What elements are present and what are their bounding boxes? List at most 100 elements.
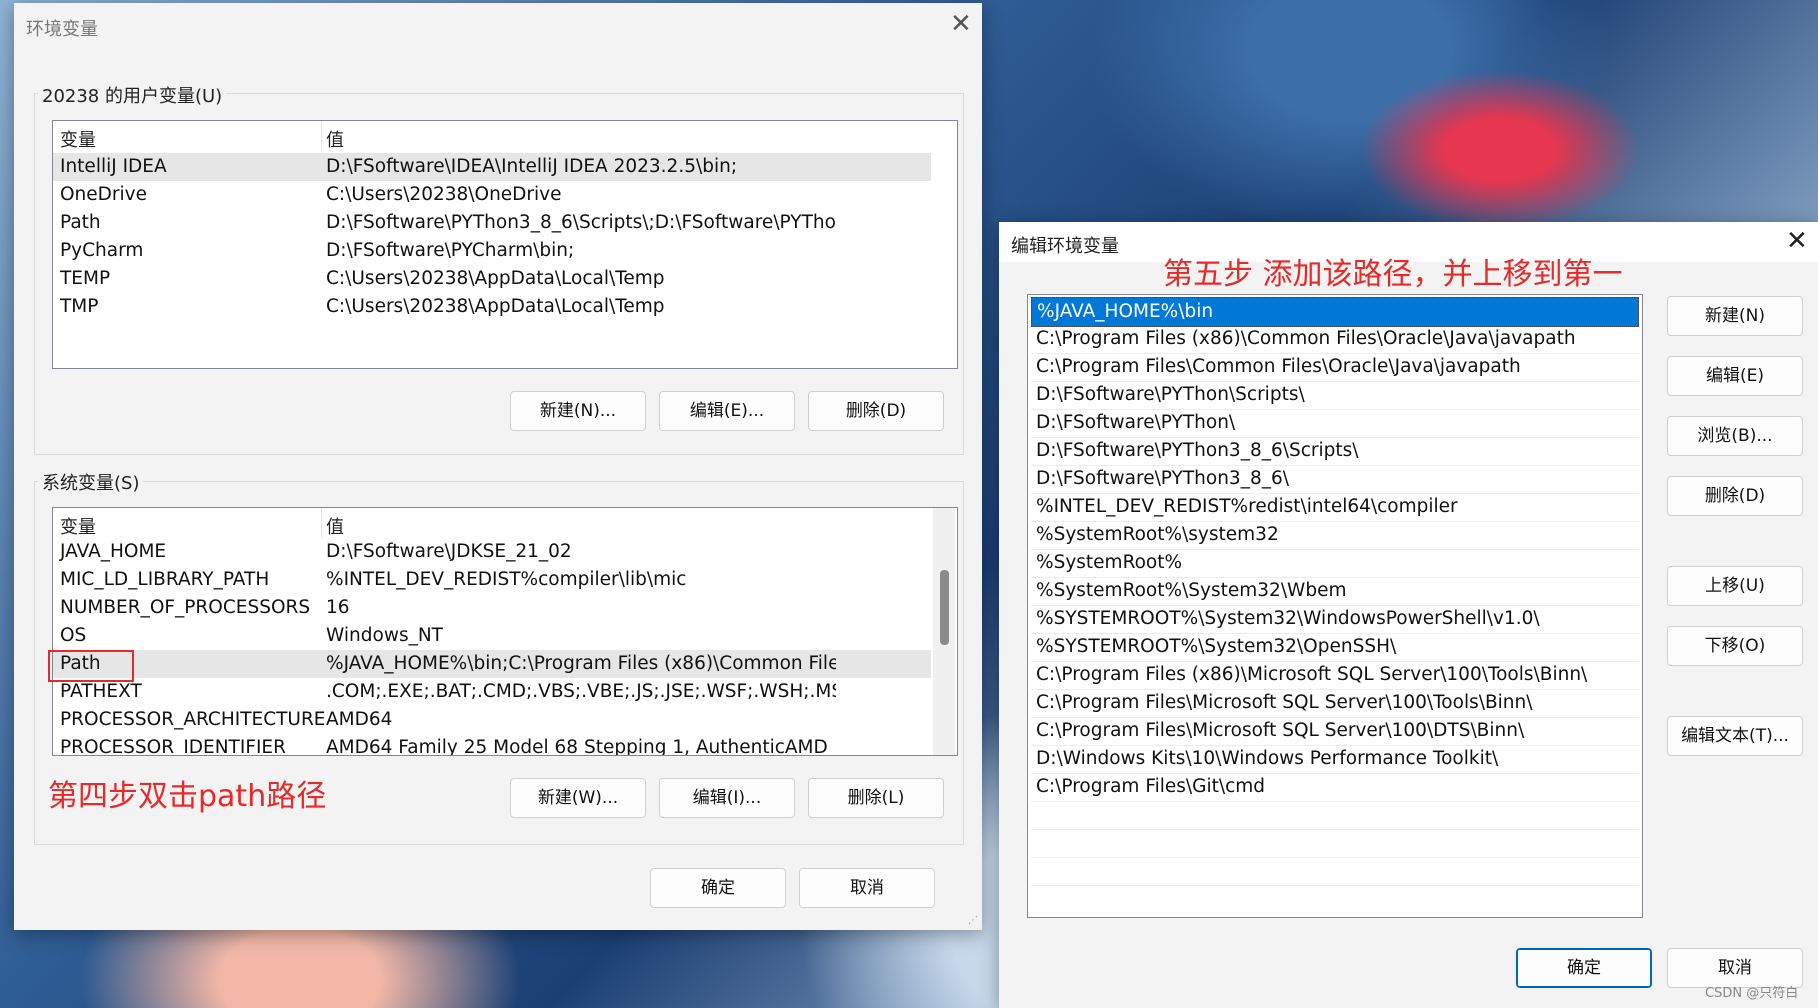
edit-env-var-title: 编辑环境变量 (1011, 236, 1119, 257)
var-value: AMD64 Family 25 Model 68 Stepping 1, Aut… (326, 737, 828, 756)
move-down-button[interactable]: 下移(O) (1667, 626, 1803, 666)
edit-button[interactable]: 编辑(E) (1667, 356, 1803, 396)
user-delete-button[interactable]: 删除(D) (808, 391, 944, 431)
list-item[interactable]: PATHEXT .COM;.EXE;.BAT;.CMD;.VBS;.VBE;.J… (53, 678, 931, 706)
user-edit-button[interactable]: 编辑(E)... (659, 391, 795, 431)
path-highlight-box (48, 650, 134, 682)
close-icon[interactable]: ✕ (1786, 228, 1808, 254)
list-item[interactable]: JAVA_HOME D:\FSoftware\JDKSE_21_02 (53, 538, 931, 566)
edit-text-button[interactable]: 编辑文本(T)... (1667, 716, 1803, 756)
empty-list-item[interactable] (1031, 801, 1639, 830)
path-entry: C:\Program Files\Common Files\Oracle\Jav… (1036, 356, 1521, 377)
col-var-header[interactable]: 变量 (60, 513, 96, 539)
list-item[interactable]: %SYSTEMROOT%\System32\OpenSSH\ (1031, 633, 1639, 662)
path-entry: %SYSTEMROOT%\System32\WindowsPowerShell\… (1036, 608, 1540, 629)
var-name: IntelliJ IDEA (60, 156, 167, 177)
path-entry: %SYSTEMROOT%\System32\OpenSSH\ (1036, 636, 1397, 657)
list-item[interactable]: TMP C:\Users\20238\AppData\Local\Temp (53, 293, 931, 321)
list-item[interactable]: %SystemRoot%\System32\Wbem (1031, 577, 1639, 606)
var-name: PROCESSOR_IDENTIFIER (60, 737, 286, 756)
var-value: AMD64 (326, 709, 393, 730)
system-vars-header: 变量 值 (53, 508, 957, 538)
var-name: MIC_LD_LIBRARY_PATH (60, 569, 270, 590)
env-vars-titlebar: 环境变量 ✕ (14, 3, 982, 49)
var-value: D:\FSoftware\PYThon3_8_6\Scripts\;D:\FSo… (326, 212, 836, 233)
list-item[interactable]: C:\Program Files\Microsoft SQL Server\10… (1031, 689, 1639, 718)
list-item[interactable]: %SYSTEMROOT%\System32\WindowsPowerShell\… (1031, 605, 1639, 634)
vertical-scrollbar[interactable] (933, 508, 955, 755)
list-item[interactable]: %INTEL_DEV_REDIST%redist\intel64\compile… (1031, 493, 1639, 522)
list-item[interactable]: D:\Windows Kits\10\Windows Performance T… (1031, 745, 1639, 774)
var-name: PROCESSOR_ARCHITECTURE (60, 709, 326, 730)
list-item[interactable]: C:\Program Files\Git\cmd (1031, 773, 1639, 802)
path-entry: D:\FSoftware\PYThon\ (1036, 412, 1236, 433)
var-value: C:\Users\20238\AppData\Local\Temp (326, 296, 665, 317)
list-item[interactable]: OneDrive C:\Users\20238\OneDrive (53, 181, 931, 209)
path-entry: C:\Program Files (x86)\Common Files\Orac… (1036, 328, 1576, 349)
path-entry: D:\FSoftware\PYThon3_8_6\Scripts\ (1036, 440, 1359, 461)
list-item[interactable]: PROCESSOR_IDENTIFIER AMD64 Family 25 Mod… (53, 734, 931, 756)
ok-button[interactable]: 确定 (650, 868, 786, 908)
list-item[interactable]: C:\Program Files\Microsoft SQL Server\10… (1031, 717, 1639, 746)
list-item[interactable]: OS Windows_NT (53, 622, 931, 650)
path-entry: C:\Program Files (x86)\Microsoft SQL Ser… (1036, 664, 1588, 685)
col-var-header[interactable]: 变量 (60, 126, 96, 152)
system-edit-button[interactable]: 编辑(I)... (659, 778, 795, 818)
env-vars-title: 环境变量 (26, 19, 98, 40)
close-icon[interactable]: ✕ (950, 11, 972, 37)
move-up-button[interactable]: 上移(U) (1667, 566, 1803, 606)
system-delete-button[interactable]: 删除(L) (808, 778, 944, 818)
var-name: TEMP (60, 268, 111, 289)
col-value-header[interactable]: 值 (326, 126, 344, 152)
user-new-button[interactable]: 新建(N)... (510, 391, 646, 431)
list-item-path[interactable]: Path %JAVA_HOME%\bin;C:\Program Files (x… (53, 650, 931, 678)
list-item[interactable]: MIC_LD_LIBRARY_PATH %INTEL_DEV_REDIST%co… (53, 566, 931, 594)
list-item[interactable]: D:\FSoftware\PYThon\ (1031, 409, 1639, 438)
user-vars-list[interactable]: 变量 值 IntelliJ IDEA D:\FSoftware\IDEA\Int… (52, 120, 958, 369)
list-item[interactable]: %JAVA_HOME%\bin (1031, 297, 1639, 327)
empty-list-item[interactable] (1031, 857, 1639, 886)
empty-list-item[interactable] (1031, 829, 1639, 858)
list-item[interactable]: D:\FSoftware\PYThon\Scripts\ (1031, 381, 1639, 410)
list-item[interactable]: NUMBER_OF_PROCESSORS 16 (53, 594, 931, 622)
list-item[interactable]: TEMP C:\Users\20238\AppData\Local\Temp (53, 265, 931, 293)
list-item[interactable]: PROCESSOR_ARCHITECTURE AMD64 (53, 706, 931, 734)
var-value: C:\Users\20238\AppData\Local\Temp (326, 268, 665, 289)
step4-annotation: 第四步双击path路径 (48, 779, 327, 814)
user-vars-label: 20238 的用户变量(U) (38, 82, 227, 108)
ok-button[interactable]: 确定 (1516, 948, 1652, 988)
list-item[interactable]: D:\FSoftware\PYThon3_8_6\ (1031, 465, 1639, 494)
scrollbar-thumb[interactable] (940, 570, 949, 645)
system-new-button[interactable]: 新建(W)... (510, 778, 646, 818)
path-entry: C:\Program Files\Microsoft SQL Server\10… (1036, 720, 1525, 741)
path-entries-list[interactable]: %JAVA_HOME%\bin C:\Program Files (x86)\C… (1027, 294, 1643, 918)
system-vars-list[interactable]: 变量 值 JAVA_HOME D:\FSoftware\JDKSE_21_02 … (52, 507, 958, 756)
path-entry: %JAVA_HOME%\bin (1037, 301, 1214, 322)
list-item[interactable]: %SystemRoot%\system32 (1031, 521, 1639, 550)
browse-button[interactable]: 浏览(B)... (1667, 416, 1803, 456)
cancel-button[interactable]: 取消 (799, 868, 935, 908)
step5-annotation: 第五步 添加该路径，并上移到第一 (1163, 257, 1623, 292)
list-item[interactable]: %SystemRoot% (1031, 549, 1639, 578)
list-item[interactable]: C:\Program Files (x86)\Microsoft SQL Ser… (1031, 661, 1639, 690)
var-name: JAVA_HOME (60, 541, 167, 562)
list-item[interactable]: IntelliJ IDEA D:\FSoftware\IDEA\IntelliJ… (53, 153, 931, 181)
resize-grip-icon[interactable]: ⋰ (968, 915, 980, 927)
env-vars-dialog: 环境变量 ✕ 20238 的用户变量(U) 变量 值 IntelliJ IDEA… (14, 3, 982, 930)
watermark: CSDN @只符白 (1705, 986, 1799, 1001)
list-item[interactable]: D:\FSoftware\PYThon3_8_6\Scripts\ (1031, 437, 1639, 466)
var-value: C:\Users\20238\OneDrive (326, 184, 562, 205)
path-entry: C:\Program Files\Microsoft SQL Server\10… (1036, 692, 1533, 713)
list-item[interactable]: C:\Program Files\Common Files\Oracle\Jav… (1031, 353, 1639, 382)
var-value: D:\FSoftware\PYCharm\bin; (326, 240, 575, 261)
delete-button[interactable]: 删除(D) (1667, 476, 1803, 516)
path-entry: %SystemRoot% (1036, 552, 1183, 573)
var-value: D:\FSoftware\IDEA\IntelliJ IDEA 2023.2.5… (326, 156, 738, 177)
path-entry: %SystemRoot%\System32\Wbem (1036, 580, 1347, 601)
col-value-header[interactable]: 值 (326, 513, 344, 539)
var-name: OS (60, 625, 87, 646)
list-item[interactable]: Path D:\FSoftware\PYThon3_8_6\Scripts\;D… (53, 209, 931, 237)
list-item[interactable]: PyCharm D:\FSoftware\PYCharm\bin; (53, 237, 931, 265)
list-item[interactable]: C:\Program Files (x86)\Common Files\Orac… (1031, 325, 1639, 354)
new-button[interactable]: 新建(N) (1667, 296, 1803, 336)
